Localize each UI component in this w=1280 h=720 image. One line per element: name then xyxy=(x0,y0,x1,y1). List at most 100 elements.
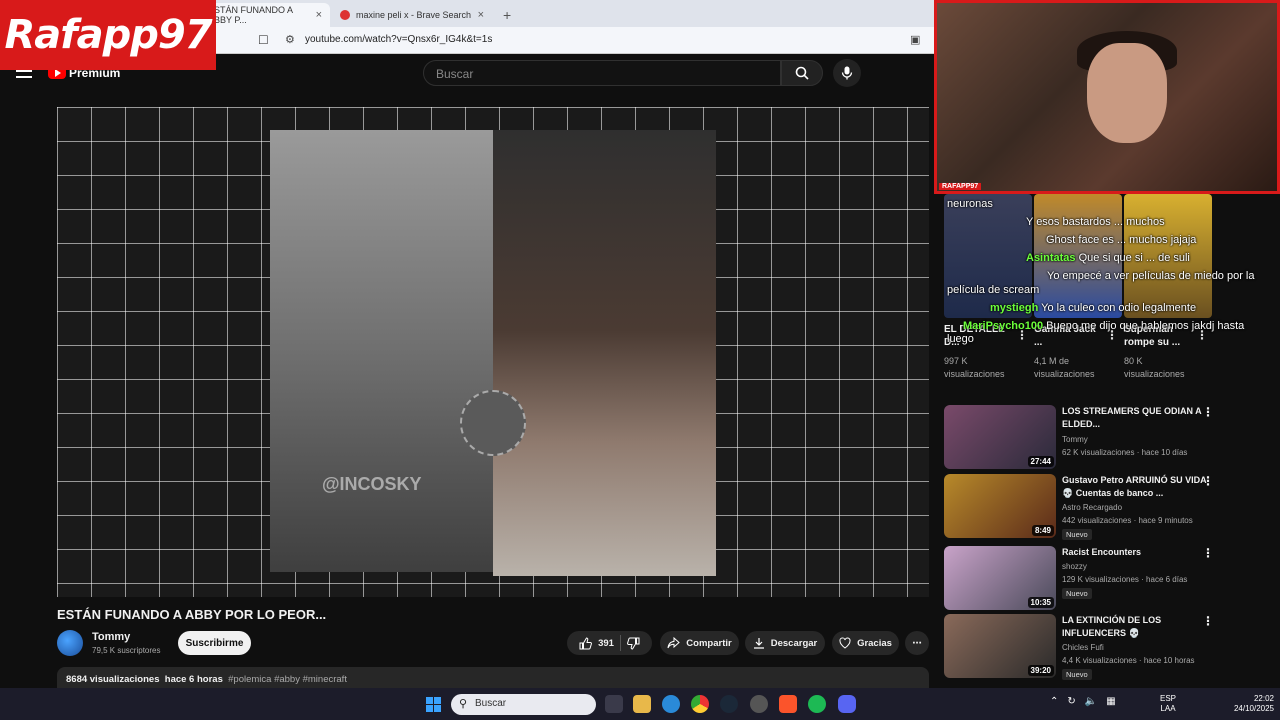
chat-text: Y esos bastardos ... muchos xyxy=(1026,216,1165,228)
windows-start-icon[interactable] xyxy=(426,697,441,712)
chat-message: mystiegh Yo la culeo con odio legalmente xyxy=(990,302,1196,314)
channel-watermark-badge xyxy=(460,390,526,456)
tab-label: maxine peli x - Brave Search xyxy=(356,10,472,20)
video-title[interactable]: LOS STREAMERS QUE ODIAN A ELDED... xyxy=(1062,405,1212,431)
language-code: ESP xyxy=(1160,694,1177,703)
download-label: Descargar xyxy=(770,637,818,649)
chrome-icon[interactable] xyxy=(691,695,709,713)
chat-username: mystiegh xyxy=(990,302,1039,314)
close-tab-icon[interactable]: × xyxy=(478,9,484,21)
video-channel[interactable]: Astro Recargado xyxy=(1062,503,1122,512)
recommended-video[interactable]: 8:49 Gustavo Petro ARRUINÓ SU VIDA 💀 Cue… xyxy=(944,474,1264,540)
new-badge: Nuevo xyxy=(1062,588,1092,599)
video-meta: 4,4 K visualizaciones · hace 10 horas xyxy=(1062,656,1195,665)
close-tab-icon[interactable]: × xyxy=(316,9,322,21)
video-duration: 8:49 xyxy=(1031,525,1054,536)
tab-youtube[interactable]: ESTÁN FUNANDO A ABBY P... × xyxy=(200,3,330,27)
share-button[interactable]: Compartir xyxy=(660,631,739,655)
new-badge: Nuevo xyxy=(1062,669,1092,680)
chevron-up-icon[interactable]: ⌃ xyxy=(1050,696,1058,707)
chat-text: Bueno me dijo que hablemos jakdj hasta xyxy=(1046,320,1245,332)
file-explorer-icon[interactable] xyxy=(633,695,651,713)
video-duration: 39:20 xyxy=(1027,665,1054,676)
chat-message: Ghost face es ... muchos jajaja xyxy=(1046,234,1196,246)
video-title[interactable]: LA EXTINCIÓN DE LOS INFLUENCERS 💀 xyxy=(1062,614,1212,640)
search-icon xyxy=(795,66,809,80)
taskbar-search[interactable]: ⚲ Buscar xyxy=(451,694,596,715)
chat-message: película de scream xyxy=(947,284,1039,296)
video-menu-icon[interactable]: ⋮ xyxy=(1202,614,1214,628)
language-indicator[interactable]: ESP LAA xyxy=(1160,694,1176,714)
more-actions-button[interactable]: ⋯ xyxy=(905,631,929,655)
video-frame-right xyxy=(493,130,716,576)
download-button[interactable]: Descargar xyxy=(745,631,825,655)
chat-text: película de scream xyxy=(947,284,1040,296)
subscribe-button[interactable]: Suscribirme xyxy=(178,631,251,655)
chat-text: luego xyxy=(947,333,974,345)
search-input[interactable]: Buscar xyxy=(423,60,781,86)
video-meta: 129 K visualizaciones · hace 6 días xyxy=(1062,575,1188,584)
recommended-video[interactable]: 39:20 LA EXTINCIÓN DE LOS INFLUENCERS 💀 … xyxy=(944,614,1264,680)
obs-icon[interactable] xyxy=(750,695,768,713)
brave-icon[interactable] xyxy=(779,695,797,713)
streamer-logo-text: Rafapp97 xyxy=(4,12,212,58)
video-meta: 62 K visualizaciones · hace 10 días xyxy=(1062,448,1188,457)
webcam-label: RAFAPP97 xyxy=(939,183,982,190)
video-menu-icon[interactable]: ⋮ xyxy=(1202,405,1214,419)
upload-age: hace 6 horas xyxy=(164,674,223,685)
taskbar-search-placeholder: Buscar xyxy=(475,698,507,709)
chat-username: MariPsycho100 xyxy=(963,320,1044,332)
video-channel[interactable]: Chicles Fufi xyxy=(1062,643,1104,652)
recommended-video[interactable]: 27:44 LOS STREAMERS QUE ODIAN A ELDED...… xyxy=(944,405,1264,471)
short-thumbnail[interactable] xyxy=(944,194,1032,318)
chat-message: Asintatas Que si que si ... de suli xyxy=(1026,252,1190,264)
view-count: 8684 visualizaciones xyxy=(66,674,160,685)
task-view-icon[interactable] xyxy=(605,695,623,713)
discord-icon[interactable] xyxy=(838,695,856,713)
spotify-icon[interactable] xyxy=(808,695,826,713)
like-count[interactable]: 391 xyxy=(598,638,614,649)
sync-icon[interactable]: ↻ xyxy=(1067,696,1075,707)
video-title[interactable]: Gustavo Petro ARRUINÓ SU VIDA 💀 Cuentas … xyxy=(1062,474,1212,500)
hashtags[interactable]: #polemica #abby #minecraft xyxy=(228,674,347,685)
video-watermark: @INCOSKY xyxy=(322,474,422,494)
like-dislike-group: 391 xyxy=(567,631,652,655)
channel-name[interactable]: Tommy xyxy=(92,631,130,643)
description-box[interactable]: 8684 visualizaciones hace 6 horas #polem… xyxy=(57,667,929,689)
voice-search-button[interactable] xyxy=(833,59,861,87)
share-icon xyxy=(667,637,681,649)
chat-username: Asintatas xyxy=(1026,252,1076,264)
video-channel[interactable]: Tommy xyxy=(1062,435,1088,444)
clock[interactable]: 22:02 24/10/2025 xyxy=(1222,694,1274,714)
video-channel[interactable]: shozzy xyxy=(1062,562,1087,571)
cast-icon[interactable]: ▣ xyxy=(910,33,920,46)
dislike-icon[interactable] xyxy=(626,637,640,650)
video-frame-left xyxy=(270,130,493,572)
system-tray[interactable]: ⌃ ↻ 🔈 ▦ xyxy=(1050,696,1116,707)
steam-icon[interactable] xyxy=(720,695,738,713)
search-button[interactable] xyxy=(781,60,823,86)
video-menu-icon[interactable]: ⋮ xyxy=(1202,546,1214,560)
tab-brave-search[interactable]: maxine peli x - Brave Search × xyxy=(332,3,492,27)
volume-icon[interactable]: 🔈 xyxy=(1085,696,1097,707)
video-menu-icon[interactable]: ⋮ xyxy=(1202,474,1214,488)
new-tab-button[interactable]: + xyxy=(495,3,519,27)
webcam-feed: RAFAPP97 xyxy=(937,3,1277,191)
like-icon[interactable] xyxy=(579,636,593,650)
chat-text: Yo empecé a ver películas de miedo por l… xyxy=(1047,270,1255,282)
site-info-icon[interactable]: ⚙ xyxy=(285,33,295,46)
recommended-video[interactable]: 10:35 Racist Encounters shozzy 129 K vis… xyxy=(944,546,1264,612)
url-text[interactable]: youtube.com/watch?v=Qnsx6r_IG4k&t=1s xyxy=(305,34,492,45)
video-title[interactable]: Racist Encounters xyxy=(1062,546,1212,559)
chat-text: Ghost face es ... muchos jajaja xyxy=(1046,234,1197,246)
thanks-button[interactable]: Gracias xyxy=(832,631,899,655)
thanks-icon xyxy=(839,637,851,649)
edge-icon[interactable] xyxy=(662,695,680,713)
chat-message: Y esos bastardos ... muchos xyxy=(1026,216,1165,228)
network-icon[interactable]: ▦ xyxy=(1106,696,1115,707)
divider xyxy=(619,635,621,651)
new-badge: Nuevo xyxy=(1062,529,1092,540)
bookmark-icon[interactable]: ☐ xyxy=(258,33,269,47)
channel-avatar[interactable] xyxy=(57,630,83,656)
chat-text: Yo la culeo con odio legalmente xyxy=(1041,302,1197,314)
